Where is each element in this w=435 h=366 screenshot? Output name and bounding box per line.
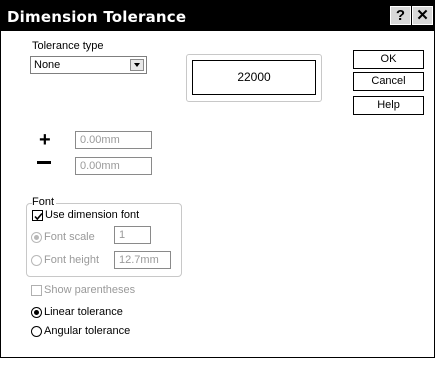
font-scale-radio[interactable] bbox=[31, 232, 42, 243]
cancel-button[interactable]: Cancel bbox=[353, 72, 424, 91]
lower-tolerance-field[interactable]: 0.00mm bbox=[75, 157, 152, 175]
radio-dot-icon bbox=[34, 235, 39, 240]
plus-icon: + bbox=[39, 129, 51, 151]
font-group-label: Font bbox=[32, 196, 57, 208]
use-dimension-font-checkbox[interactable] bbox=[32, 210, 43, 221]
font-scale-field[interactable]: 1 bbox=[114, 226, 151, 244]
linear-tolerance-label: Linear tolerance bbox=[44, 306, 123, 318]
dialog-title: Dimension Tolerance bbox=[7, 8, 187, 26]
close-icon[interactable]: ✕ bbox=[412, 6, 433, 25]
help-button[interactable]: Help bbox=[353, 96, 424, 115]
checkmark-icon bbox=[34, 212, 43, 221]
help-question-icon[interactable]: ? bbox=[390, 6, 411, 25]
preview-frame: 22000 bbox=[186, 54, 322, 102]
upper-tolerance-field[interactable]: 0.00mm bbox=[75, 131, 152, 149]
use-dimension-font-label: Use dimension font bbox=[45, 209, 140, 221]
angular-tolerance-label: Angular tolerance bbox=[44, 325, 131, 337]
tolerance-type-select[interactable]: None bbox=[30, 56, 147, 74]
font-scale-label: Font scale bbox=[44, 231, 95, 243]
font-height-radio[interactable] bbox=[31, 255, 42, 266]
show-parentheses-label: Show parentheses bbox=[44, 284, 136, 296]
radio-dot-icon bbox=[34, 310, 39, 315]
chevron-down-icon[interactable] bbox=[130, 59, 144, 71]
font-height-label: Font height bbox=[44, 254, 100, 266]
angular-tolerance-radio[interactable] bbox=[31, 326, 42, 337]
linear-tolerance-radio[interactable] bbox=[31, 307, 42, 318]
dimension-preview: 22000 bbox=[192, 60, 316, 95]
minus-icon bbox=[37, 161, 51, 164]
font-height-field[interactable]: 12.7mm bbox=[114, 251, 171, 269]
show-parentheses-checkbox[interactable] bbox=[31, 285, 42, 296]
tolerance-type-label: Tolerance type bbox=[32, 40, 104, 52]
title-bar: Dimension Tolerance ? ✕ bbox=[1, 1, 434, 31]
tolerance-type-value: None bbox=[34, 59, 61, 71]
ok-button[interactable]: OK bbox=[353, 50, 424, 69]
